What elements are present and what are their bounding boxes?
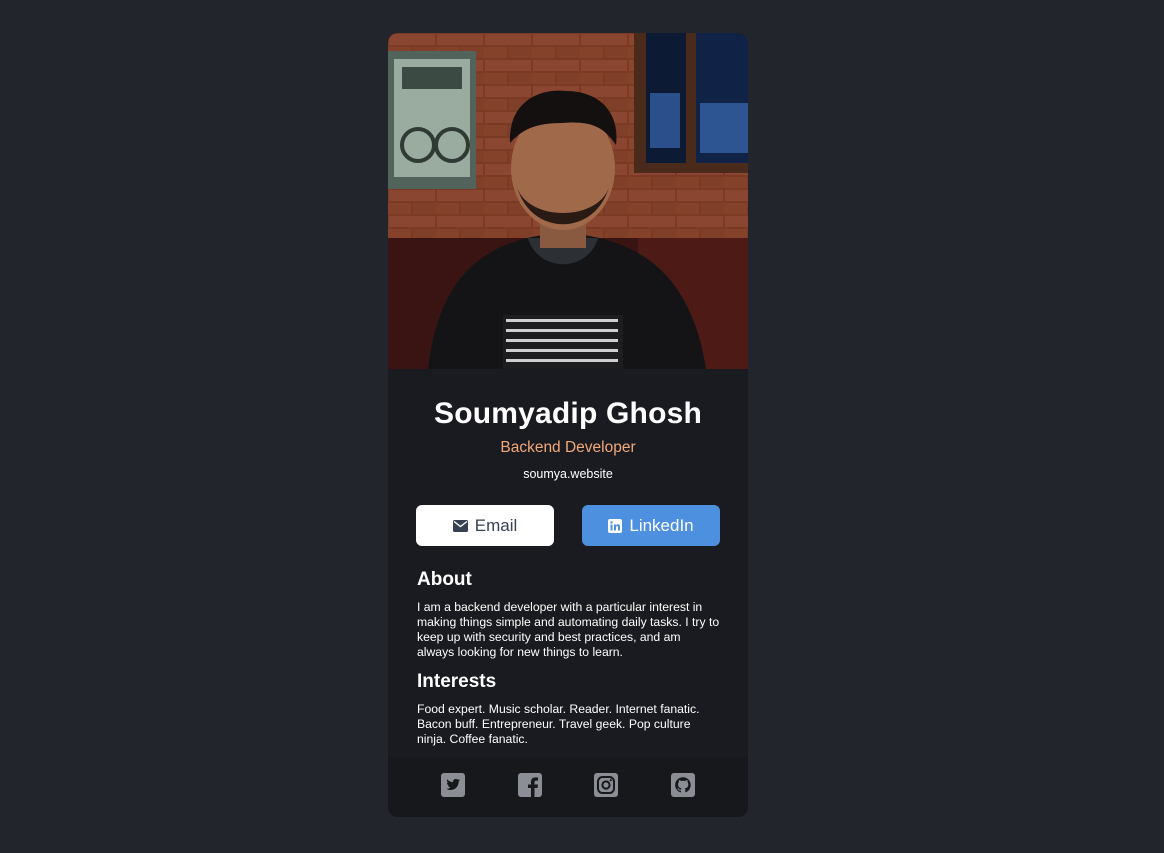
instagram-icon[interactable] — [594, 773, 618, 797]
profile-photo-image — [388, 33, 748, 369]
linkedin-button-label: LinkedIn — [629, 515, 694, 535]
profile-website[interactable]: soumya.website — [388, 467, 748, 481]
interests-text: Food expert. Music scholar. Reader. Inte… — [417, 702, 700, 746]
twitter-icon[interactable] — [441, 773, 465, 797]
about-heading: About — [417, 569, 472, 590]
facebook-icon[interactable] — [518, 773, 542, 797]
github-icon[interactable] — [671, 773, 695, 797]
email-button-label: Email — [474, 515, 518, 535]
profile-photo — [388, 33, 748, 369]
email-button[interactable]: Email — [416, 505, 554, 546]
profile-name: Soumyadip Ghosh — [433, 397, 703, 430]
mail-icon — [452, 519, 468, 532]
linkedin-button[interactable]: LinkedIn — [582, 505, 720, 546]
profile-card: Soumyadip Ghosh Backend Developer soumya… — [388, 33, 748, 817]
social-footer — [388, 757, 748, 817]
linkedin-icon — [608, 518, 623, 533]
about-text: I am a backend developer with a particul… — [417, 600, 720, 659]
profile-role: Backend Developer — [500, 439, 636, 456]
interests-heading: Interests — [417, 671, 497, 692]
